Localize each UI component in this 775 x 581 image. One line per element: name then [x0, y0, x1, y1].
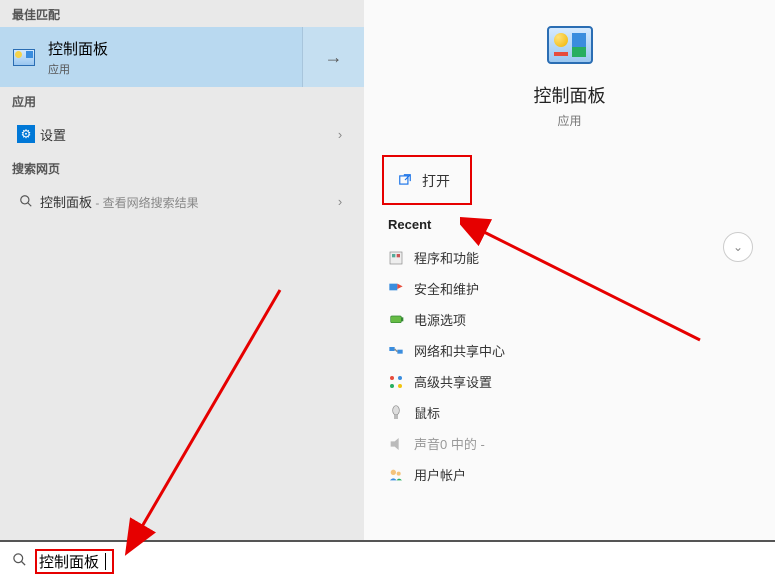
recent-item-icon: [388, 436, 414, 452]
best-match-subtitle: 应用: [48, 61, 302, 77]
web-header: 搜索网页: [0, 154, 364, 181]
search-results-panel: 最佳匹配 控制面板 应用 → 应用 ⚙ 设置 › 搜索网页 控制面: [0, 0, 364, 540]
recent-item-label: 程序和功能: [414, 248, 479, 267]
apps-item-settings[interactable]: ⚙ 设置 ›: [0, 114, 364, 154]
recent-item-icon: [388, 467, 414, 483]
annotation-search-highlight: [35, 549, 114, 574]
recent-item-label: 用户帐户: [414, 465, 466, 484]
best-match-header: 最佳匹配: [0, 0, 364, 27]
recent-header: Recent: [388, 217, 751, 232]
recent-item-icon: [388, 250, 414, 266]
preview-panel: 控制面板 应用 打开 ⌄ Recent 程序和功能安全和维护电源选项网络和共享中…: [364, 0, 775, 540]
web-item-label: 控制面板 - 查看网络搜索结果: [40, 192, 328, 211]
open-icon: [398, 173, 422, 190]
recent-item[interactable]: 程序和功能: [388, 242, 751, 273]
search-bar: [0, 540, 775, 581]
arrow-right-icon: →: [325, 47, 343, 68]
search-icon: [12, 194, 40, 208]
recent-item[interactable]: 网络和共享中心: [388, 335, 751, 366]
search-input[interactable]: [39, 552, 107, 571]
recent-item-icon: [388, 343, 414, 359]
recent-item-label: 鼠标: [414, 403, 440, 422]
open-button[interactable]: 打开: [388, 157, 751, 205]
recent-item-label: 安全和维护: [414, 279, 479, 298]
preview-title: 控制面板: [388, 82, 751, 108]
best-match-item[interactable]: 控制面板 应用 →: [0, 27, 364, 87]
apps-header: 应用: [0, 87, 364, 114]
recent-item[interactable]: 高级共享设置: [388, 366, 751, 397]
recent-item-label: 高级共享设置: [414, 372, 492, 391]
best-match-expand-button[interactable]: →: [302, 27, 364, 87]
best-match-title: 控制面板: [48, 38, 302, 59]
chevron-right-icon: ›: [328, 194, 352, 209]
recent-list: 程序和功能安全和维护电源选项网络和共享中心高级共享设置鼠标声音0 中的 - 用户帐…: [388, 242, 751, 490]
control-panel-icon: [547, 26, 593, 64]
preview-subtitle: 应用: [388, 112, 751, 129]
recent-item[interactable]: 用户帐户: [388, 459, 751, 490]
settings-icon: ⚙: [12, 125, 40, 143]
recent-item-label: 声音0 中的 -: [414, 434, 485, 453]
recent-item[interactable]: 安全和维护: [388, 273, 751, 304]
control-panel-icon: [0, 49, 48, 66]
text-caret: [105, 553, 106, 570]
recent-item-icon: [388, 281, 414, 297]
expand-toggle-button[interactable]: ⌄: [723, 232, 753, 262]
recent-item-icon: [388, 405, 414, 421]
recent-item[interactable]: 电源选项: [388, 304, 751, 335]
recent-item[interactable]: 鼠标: [388, 397, 751, 428]
apps-item-label: 设置: [40, 125, 328, 144]
recent-item[interactable]: 声音0 中的 -: [388, 428, 751, 459]
search-icon: [12, 552, 27, 571]
recent-item-icon: [388, 374, 414, 390]
chevron-down-icon: ⌄: [733, 240, 743, 254]
recent-item-label: 电源选项: [414, 310, 466, 329]
chevron-right-icon: ›: [328, 127, 352, 142]
web-item-search[interactable]: 控制面板 - 查看网络搜索结果 ›: [0, 181, 364, 221]
recent-item-icon: [388, 312, 414, 328]
open-label: 打开: [422, 171, 450, 191]
recent-item-label: 网络和共享中心: [414, 341, 505, 360]
